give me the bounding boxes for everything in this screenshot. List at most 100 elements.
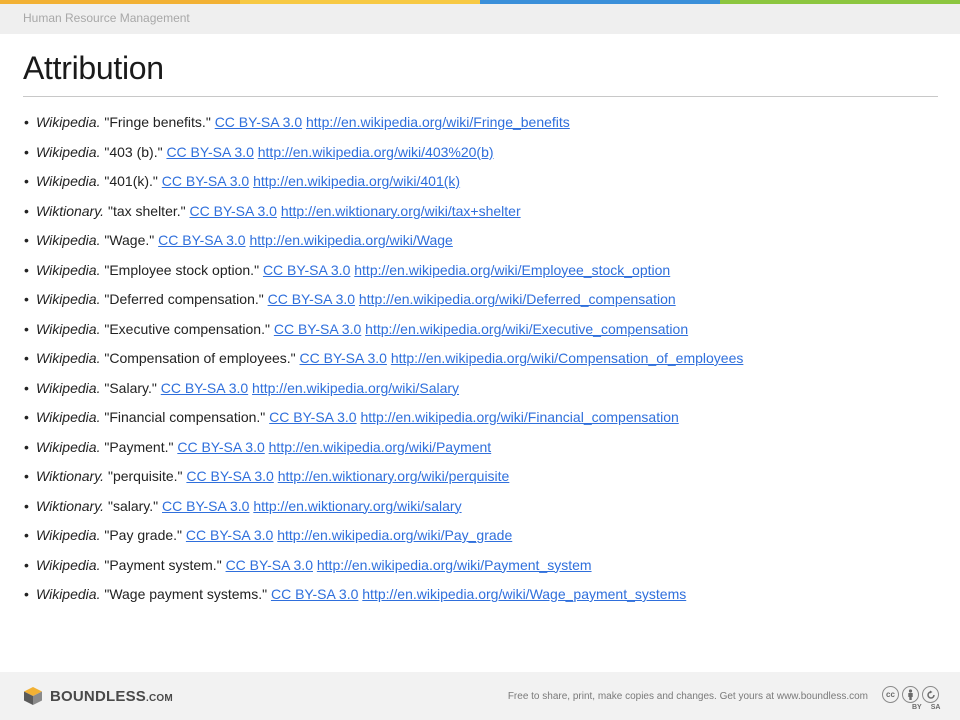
- license-link[interactable]: CC BY-SA 3.0: [268, 291, 355, 307]
- cc-label-by: BY: [912, 704, 922, 711]
- license-link[interactable]: CC BY-SA 3.0: [263, 262, 350, 278]
- license-link[interactable]: CC BY-SA 3.0: [186, 527, 273, 543]
- bullet: •: [24, 261, 29, 278]
- attribution-source: Wikipedia.: [36, 143, 101, 160]
- license-link[interactable]: CC BY-SA 3.0: [271, 586, 358, 602]
- license-link[interactable]: CC BY-SA 3.0: [161, 380, 248, 396]
- source-url-link[interactable]: http://en.wikipedia.org/wiki/Financial_c…: [360, 409, 678, 425]
- license-link[interactable]: CC BY-SA 3.0: [300, 350, 387, 366]
- attribution-source: Wikipedia.: [36, 438, 101, 455]
- header-bar: Human Resource Management: [0, 4, 960, 34]
- bullet: •: [24, 527, 29, 543]
- source-url-link[interactable]: http://en.wikipedia.org/wiki/Wage_paymen…: [362, 586, 686, 602]
- footer-note: Free to share, print, make copies and ch…: [507, 691, 868, 702]
- attribution-item: • Wikipedia. "Payment." CC BY-SA 3.0 http…: [24, 437, 743, 467]
- slide-title: Attribution: [23, 50, 164, 86]
- attribution-source: Wiktionary.: [36, 468, 105, 484]
- license-link[interactable]: CC BY-SA 3.0: [158, 232, 245, 248]
- attribution-title: "Wage payment systems.": [104, 586, 268, 602]
- source-url-link[interactable]: http://en.wikipedia.org/wiki/Payment_sys…: [317, 557, 592, 573]
- source-url-link[interactable]: http://en.wikipedia.org/wiki/Salary: [252, 380, 459, 396]
- license-link[interactable]: CC BY-SA 3.0: [226, 557, 313, 573]
- boundless-logo[interactable]: BOUNDLESS.COM: [22, 686, 173, 706]
- bullet: •: [24, 379, 29, 396]
- attribution-source: Wikipedia.: [36, 350, 101, 366]
- attribution-item: • Wikipedia. "Financial compensation." CC…: [24, 407, 743, 437]
- attribution-source: Wikipedia.: [36, 261, 101, 278]
- bullet: •: [24, 143, 29, 160]
- bullet: •: [24, 468, 29, 484]
- source-url-link[interactable]: http://en.wikipedia.org/wiki/Pay_grade: [277, 527, 512, 543]
- bullet: •: [24, 586, 29, 602]
- title-divider: [23, 96, 938, 97]
- attribution-item: • Wikipedia. "401(k)." CC BY-SA 3.0 http:…: [24, 171, 743, 201]
- cc-icon: cc: [882, 686, 899, 703]
- cc-label-sa: SA: [930, 704, 941, 711]
- source-url-link[interactable]: http://en.wikipedia.org/wiki/Wage: [249, 232, 452, 248]
- bullet: •: [24, 438, 29, 455]
- attribution-source: Wikipedia.: [36, 527, 101, 543]
- license-link[interactable]: CC BY-SA 3.0: [177, 439, 264, 455]
- source-url-link[interactable]: http://en.wikipedia.org/wiki/Executive_c…: [365, 321, 688, 337]
- bullet: •: [24, 497, 29, 514]
- attribution-source: Wikipedia.: [36, 556, 101, 573]
- source-url-link[interactable]: http://en.wiktionary.org/wiki/salary: [253, 498, 461, 514]
- source-url-link[interactable]: http://en.wikipedia.org/wiki/Fringe_bene…: [306, 114, 570, 130]
- attribution-item: • Wikipedia. "Salary." CC BY-SA 3.0 http:…: [24, 378, 743, 408]
- license-link[interactable]: CC BY-SA 3.0: [186, 468, 273, 484]
- sa-icon: [922, 686, 939, 703]
- attribution-title: "Payment.": [104, 438, 174, 455]
- bullet: •: [24, 350, 29, 366]
- bullet: •: [24, 202, 29, 219]
- license-link[interactable]: CC BY-SA 3.0: [215, 114, 302, 130]
- attribution-source: Wiktionary.: [36, 202, 105, 219]
- attribution-item: • Wikipedia. "Payment system." CC BY-SA 3…: [24, 555, 743, 585]
- source-url-link[interactable]: http://en.wiktionary.org/wiki/perquisite: [278, 468, 510, 484]
- attribution-item: • Wikipedia. "Wage." CC BY-SA 3.0 http://…: [24, 230, 743, 260]
- bullet: •: [24, 173, 29, 189]
- attribution-title: "Wage.": [104, 232, 155, 248]
- license-link[interactable]: CC BY-SA 3.0: [274, 321, 361, 337]
- attribution-title: "403 (b).": [104, 143, 163, 160]
- source-url-link[interactable]: http://en.wikipedia.org/wiki/Compensatio…: [391, 350, 744, 366]
- attribution-title: "Compensation of employees.": [104, 350, 296, 366]
- source-url-link[interactable]: http://en.wikipedia.org/wiki/Employee_st…: [354, 262, 670, 278]
- attribution-title: "Payment system.": [104, 556, 222, 573]
- attribution-item: • Wikipedia. "Executive compensation." CC…: [24, 319, 743, 349]
- attribution-item: • Wikipedia. "Fringe benefits." CC BY-SA …: [24, 112, 743, 142]
- attribution-item: • Wikipedia. "Wage payment systems." CC B…: [24, 584, 743, 614]
- attribution-item: • Wiktionary. "perquisite." CC BY-SA 3.0 …: [24, 466, 743, 496]
- attribution-source: Wikipedia.: [36, 379, 101, 396]
- attribution-source: Wikipedia.: [36, 173, 101, 189]
- attribution-title: "Financial compensation.": [104, 409, 266, 425]
- attribution-item: • Wiktionary. "tax shelter." CC BY-SA 3.0…: [24, 201, 743, 231]
- license-link[interactable]: CC BY-SA 3.0: [166, 144, 253, 160]
- attribution-source: Wikipedia.: [36, 291, 101, 307]
- attribution-title: "401(k).": [104, 173, 158, 189]
- license-link[interactable]: CC BY-SA 3.0: [269, 409, 356, 425]
- license-link[interactable]: CC BY-SA 3.0: [190, 203, 277, 219]
- attribution-source: Wikipedia.: [36, 232, 101, 248]
- attribution-source: Wiktionary.: [36, 497, 105, 514]
- attribution-source: Wikipedia.: [36, 320, 101, 337]
- bullet: •: [24, 114, 29, 130]
- attribution-list: • Wikipedia. "Fringe benefits." CC BY-SA …: [24, 112, 743, 614]
- cc-labels: BY SA: [912, 704, 940, 711]
- attribution-title: "Fringe benefits.": [104, 114, 211, 130]
- source-url-link[interactable]: http://en.wikipedia.org/wiki/Payment: [269, 439, 492, 455]
- source-url-link[interactable]: http://en.wikipedia.org/wiki/403%20(b): [258, 144, 494, 160]
- attribution-source: Wikipedia.: [36, 114, 101, 130]
- attribution-item: • Wikipedia. "Pay grade." CC BY-SA 3.0 ht…: [24, 525, 743, 555]
- license-link[interactable]: CC BY-SA 3.0: [162, 498, 249, 514]
- license-link[interactable]: CC BY-SA 3.0: [162, 173, 249, 189]
- cc-license-badge: cc: [882, 686, 939, 703]
- attribution-title: "Salary.": [104, 379, 157, 396]
- bullet: •: [24, 291, 29, 307]
- attribution-item: • Wiktionary. "salary." CC BY-SA 3.0 http…: [24, 496, 743, 526]
- attribution-item: • Wikipedia. "Compensation of employees."…: [24, 348, 743, 378]
- source-url-link[interactable]: http://en.wikipedia.org/wiki/401(k): [253, 173, 460, 189]
- source-url-link[interactable]: http://en.wikipedia.org/wiki/Deferred_co…: [359, 291, 676, 307]
- source-url-link[interactable]: http://en.wiktionary.org/wiki/tax+shelte…: [281, 203, 521, 219]
- logo-text: BOUNDLESS.COM: [50, 687, 173, 705]
- attribution-title: "Executive compensation.": [104, 320, 270, 337]
